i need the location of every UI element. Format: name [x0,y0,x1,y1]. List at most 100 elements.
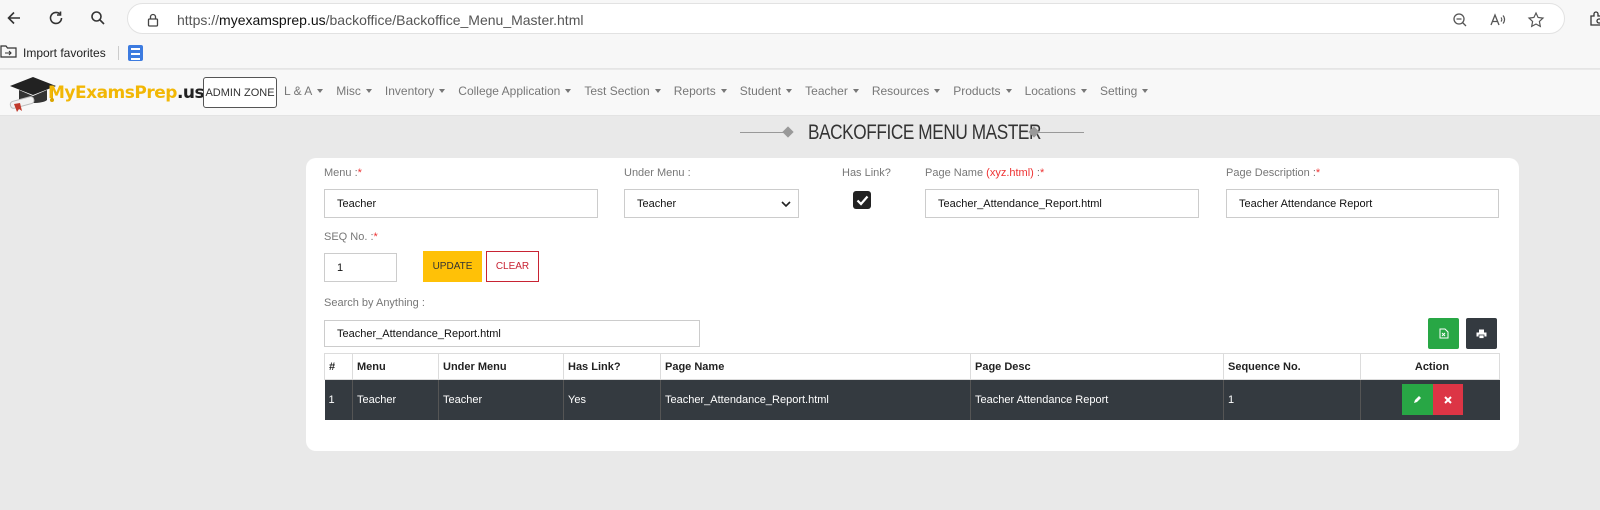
menu-item-label: Setting [1099,84,1138,98]
seq-no-input[interactable]: 1 [324,253,397,282]
menu-item-label: Teacher [805,84,848,98]
caret-down-icon [317,89,324,93]
site-navbar: MyExamsPrep.us ADMIN ZONE L & A Misc Inv… [0,70,1600,116]
page-title-bar: BACKOFFICE MENU MASTER [0,117,1600,149]
search-icon[interactable] [86,6,110,30]
menu-item-label: Locations [1024,84,1076,98]
menu-item-la[interactable]: L & A [284,84,324,98]
menu-item-label: L & A [284,84,313,98]
menu-item-products[interactable]: Products [953,84,1012,98]
browser-toolbar: https://myexamsprep.us/backoffice/Backof… [0,0,1600,37]
caret-down-icon [720,89,727,93]
menu-item-college-application[interactable]: College Application [458,84,572,98]
lock-icon[interactable] [142,9,164,31]
page-name-label-text: Page Name [925,167,984,179]
has-link-checkbox[interactable] [853,191,871,209]
menu-item-label: Products [953,84,1001,98]
menu-input[interactable]: Teacher [324,189,598,218]
delete-button[interactable] [1432,384,1463,416]
import-favorites-link[interactable]: Import favorites [0,44,106,62]
logo-main: MyExamsPrep [48,83,177,103]
page-description-input[interactable]: Teacher Attendance Report [1226,189,1499,218]
required-mark: * [357,167,362,179]
logo-text: MyExamsPrep.us [48,83,205,103]
menu-item-label: Reports [673,84,716,98]
table-cell: Teacher Attendance Report [970,379,1224,420]
address-bar[interactable]: https://myexamsprep.us/backoffice/Backof… [127,3,1565,34]
menu-item-resources[interactable]: Resources [871,84,941,98]
title-decor-diamond-left [782,126,794,138]
page-name-input[interactable]: Teacher_Attendance_Report.html [925,189,1199,218]
menu-item-teacher[interactable]: Teacher [805,84,859,98]
menu-label: Menu :* [324,167,362,179]
seq-no-label: SEQ No. :* [324,231,378,243]
print-icon [1476,329,1487,339]
caret-down-icon [934,89,941,93]
menu-item-setting[interactable]: Setting [1099,84,1149,98]
extensions-icon[interactable] [1584,6,1600,30]
checkmark-icon [856,195,868,206]
menu-item-label: Student [739,84,782,98]
search-input[interactable]: Teacher_Attendance_Report.html [324,320,700,347]
favorites-divider [118,46,119,60]
read-aloud-icon[interactable] [1487,9,1509,31]
col-header: Has Link? [563,353,661,380]
has-link-label: Has Link? [842,167,891,179]
edit-button[interactable] [1401,384,1433,416]
required-mark: * [1315,167,1321,179]
print-button[interactable] [1466,318,1497,349]
menu-item-student[interactable]: Student [739,84,793,98]
caret-down-icon [365,89,372,93]
site-logo[interactable]: MyExamsPrep.us [8,72,205,114]
page-description-label-text: Page Description : [1226,167,1316,179]
import-folder-icon [0,44,17,62]
table-row: 1 Teacher Teacher Yes Teacher_Attendance… [324,379,1500,420]
excel-icon [1439,328,1448,339]
url-domain: myexamsprep.us [219,12,326,28]
doc-icon[interactable] [128,45,143,61]
menu-master-card: Menu :* Under Menu : Has Link? Page Name… [306,158,1519,451]
caret-down-icon [1142,89,1149,93]
table-cell: Teacher [438,379,564,420]
menu-item-label: Resources [871,84,930,98]
required-mark: * [373,231,378,243]
menu-item-test-section[interactable]: Test Section [584,84,661,98]
table-cell: Yes [563,379,661,420]
star-icon[interactable] [1525,9,1547,31]
page-description-label: Page Description :* [1226,167,1320,179]
back-arrow-icon[interactable] [2,6,26,30]
url-text: https://myexamsprep.us/backoffice/Backof… [177,12,583,28]
col-header: Page Desc [970,353,1224,380]
zoom-out-icon[interactable] [1449,9,1471,31]
clear-button[interactable]: CLEAR [486,251,539,282]
under-menu-select[interactable]: Teacher [624,189,799,218]
menu-item-misc[interactable]: Misc [336,84,372,98]
col-header: Page Name [660,353,971,380]
menu-table: # Menu Under Menu Has Link? Page Name Pa… [324,353,1500,420]
page-title: BACKOFFICE MENU MASTER [808,121,1042,144]
caret-down-icon [654,89,661,93]
export-excel-button[interactable] [1428,318,1459,349]
col-header: # [324,353,353,380]
under-menu-selected: Teacher [637,197,677,210]
title-decor-line-left [740,132,786,133]
col-header: Under Menu [438,353,564,380]
menu-item-reports[interactable]: Reports [674,84,727,98]
table-cell: 1 [324,379,353,420]
menu-label-text: Menu : [324,167,358,179]
title-decor-line-right [1038,132,1084,133]
search-label: Search by Anything : [324,297,425,309]
main-menu: L & A Misc Inventory College Application… [284,84,1161,98]
table-cell: Teacher_Attendance_Report.html [660,379,971,420]
seq-no-label-text: SEQ No. : [324,231,374,243]
table-cell: Teacher [352,379,439,420]
admin-zone-button[interactable]: ADMIN ZONE [203,77,277,108]
menu-item-inventory[interactable]: Inventory [385,84,446,98]
pencil-icon [1413,396,1421,404]
caret-down-icon [439,89,446,93]
refresh-icon[interactable] [44,6,68,30]
menu-item-locations[interactable]: Locations [1025,84,1087,98]
close-icon [1444,396,1452,404]
update-button[interactable]: UPDATE [423,251,482,282]
action-cell [1360,379,1500,420]
